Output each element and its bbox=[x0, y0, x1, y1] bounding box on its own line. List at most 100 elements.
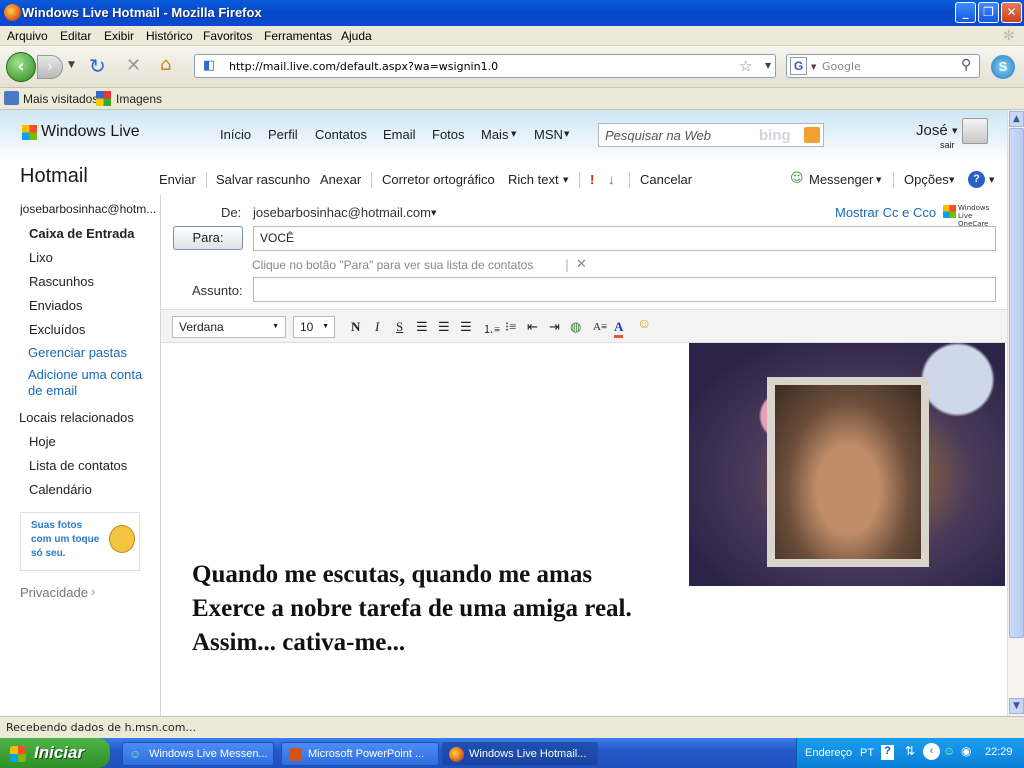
bookmark-imagens[interactable]: Imagens bbox=[116, 92, 162, 106]
strikethrough-icon[interactable]: A≡ bbox=[593, 321, 607, 333]
web-search-box[interactable]: Pesquisar na Web bing bbox=[598, 123, 824, 147]
google-engine-icon[interactable]: G bbox=[790, 57, 807, 75]
align-center-icon[interactable]: ☰ bbox=[438, 319, 450, 335]
underline-icon[interactable]: S bbox=[396, 319, 403, 335]
search-icon[interactable]: ⚲ bbox=[961, 57, 971, 73]
emoticon-icon[interactable]: ☺ bbox=[637, 317, 651, 333]
menu-arquivo[interactable]: Arquivo bbox=[7, 29, 48, 43]
minimize-button[interactable]: _ bbox=[955, 2, 976, 23]
messenger-chevron-icon[interactable]: ▼ bbox=[876, 176, 881, 184]
font-family-select[interactable]: Verdana ▼ bbox=[172, 316, 286, 338]
link-icon[interactable]: ◍ bbox=[570, 319, 581, 335]
back-tray-icon[interactable]: ‹ bbox=[923, 743, 940, 760]
nav-perfil[interactable]: Perfil bbox=[268, 127, 298, 142]
from-dropdown-icon[interactable]: ▼ bbox=[431, 209, 436, 217]
menu-favoritos[interactable]: Favoritos bbox=[203, 29, 252, 43]
volume-tray-icon[interactable]: ◉ bbox=[961, 744, 971, 758]
mais-dropdown-icon[interactable]: ▼ bbox=[511, 130, 516, 138]
start-button[interactable]: Iniciar bbox=[0, 738, 110, 768]
font-color-icon[interactable]: A bbox=[614, 319, 624, 338]
reload-icon[interactable]: ↻ bbox=[89, 54, 106, 78]
to-field[interactable]: VOCÊ bbox=[253, 226, 996, 251]
font-size-select[interactable]: 10 ▼ bbox=[293, 316, 335, 338]
nav-contatos[interactable]: Contatos bbox=[315, 127, 367, 142]
forward-button[interactable]: › bbox=[37, 55, 63, 79]
folder-lixo[interactable]: Lixo bbox=[29, 250, 53, 265]
folder-enviados[interactable]: Enviados bbox=[29, 298, 82, 313]
folder-excluidos[interactable]: Excluídos bbox=[29, 322, 85, 337]
ad-banner[interactable]: Suas fotos com um toque só seu. bbox=[20, 512, 140, 571]
signout-link[interactable]: sair bbox=[940, 140, 955, 150]
related-calendario[interactable]: Calendário bbox=[29, 482, 92, 497]
user-dropdown-icon[interactable]: ▼ bbox=[952, 127, 957, 135]
url-text[interactable]: http://mail.live.com/default.aspx?wa=wsi… bbox=[229, 60, 498, 73]
messenger-tray-icon[interactable]: ☺ bbox=[943, 744, 955, 758]
scroll-up-icon[interactable]: ▲ bbox=[1009, 111, 1024, 127]
privacy-link[interactable]: Privacidade bbox=[20, 585, 88, 600]
attach-button[interactable]: Anexar bbox=[320, 172, 361, 187]
vertical-scrollbar[interactable]: ▲ ▼ bbox=[1007, 110, 1024, 716]
menu-historico[interactable]: Histórico bbox=[146, 29, 193, 43]
network-tray-icon[interactable]: ⇅ bbox=[905, 744, 915, 758]
engine-dropdown-icon[interactable]: ▼ bbox=[811, 63, 816, 71]
msn-dropdown-icon[interactable]: ▼ bbox=[564, 130, 569, 138]
bullet-list-icon[interactable]: ⁝≡ bbox=[505, 319, 516, 335]
folder-caixa-de-entrada[interactable]: Caixa de Entrada bbox=[29, 226, 135, 241]
scroll-down-icon[interactable]: ▼ bbox=[1009, 698, 1024, 714]
stop-icon[interactable]: ✕ bbox=[126, 55, 141, 76]
skype-icon[interactable]: S bbox=[991, 55, 1015, 79]
manage-folders-link[interactable]: Gerenciar pastas bbox=[28, 345, 127, 360]
italic-icon[interactable]: I bbox=[375, 319, 379, 335]
cancel-button[interactable]: Cancelar bbox=[640, 172, 692, 187]
related-contatos[interactable]: Lista de contatos bbox=[29, 458, 127, 473]
align-left-icon[interactable]: ☰ bbox=[416, 319, 428, 335]
nav-fotos[interactable]: Fotos bbox=[432, 127, 465, 142]
low-priority-icon[interactable]: ↓ bbox=[608, 172, 615, 187]
increase-indent-icon[interactable]: ⇥ bbox=[549, 319, 560, 335]
rich-text-chevron-icon[interactable]: ▼ bbox=[563, 176, 568, 184]
nav-email[interactable]: Email bbox=[383, 127, 416, 142]
menu-ferramentas[interactable]: Ferramentas bbox=[264, 29, 332, 43]
help-icon[interactable]: ? bbox=[968, 171, 985, 188]
home-icon[interactable]: ⌂ bbox=[160, 54, 171, 75]
task-firefox-hotmail[interactable]: Windows Live Hotmail... bbox=[442, 742, 598, 766]
task-powerpoint[interactable]: Microsoft PowerPoint ... bbox=[281, 742, 439, 766]
web-search-button[interactable] bbox=[804, 127, 820, 143]
account-email[interactable]: josebarbosinhac@hotm... bbox=[20, 202, 156, 216]
language-indicator[interactable]: PT bbox=[860, 747, 874, 759]
align-right-icon[interactable]: ☰ bbox=[460, 319, 472, 335]
send-button[interactable]: Enviar bbox=[159, 172, 196, 187]
message-body[interactable]: Quando me escutas, quando me amas Exerce… bbox=[161, 343, 1007, 716]
back-button[interactable]: ‹ bbox=[6, 52, 36, 82]
menu-ajuda[interactable]: Ajuda bbox=[341, 29, 372, 43]
bookmark-star-icon[interactable]: ☆ bbox=[739, 57, 752, 75]
nav-msn[interactable]: MSN bbox=[534, 127, 563, 142]
windows-live-logo[interactable]: Windows Live bbox=[41, 123, 140, 141]
options-chevron-icon[interactable]: ▼ bbox=[949, 176, 954, 184]
numbered-list-icon[interactable]: ⒈≡ bbox=[483, 321, 500, 337]
hotmail-logo[interactable]: Hotmail bbox=[20, 165, 88, 188]
close-hint-icon[interactable]: ✕ bbox=[576, 257, 587, 272]
from-value[interactable]: josebarbosinhac@hotmail.com bbox=[253, 205, 431, 220]
help-chevron-icon[interactable]: ▼ bbox=[989, 176, 994, 184]
help-tray-icon[interactable]: ? bbox=[881, 745, 894, 760]
add-account-link[interactable]: Adicione uma conta de email bbox=[28, 367, 156, 399]
url-dropdown-icon[interactable]: ▼ bbox=[765, 61, 771, 70]
avatar[interactable] bbox=[962, 118, 988, 144]
show-cc-link[interactable]: Mostrar Cc e Cco bbox=[835, 205, 936, 220]
spell-check-button[interactable]: Corretor ortográfico bbox=[382, 172, 495, 187]
url-bar[interactable]: ◧ http://mail.live.com/default.aspx?wa=w… bbox=[194, 54, 776, 78]
menu-editar[interactable]: Editar bbox=[60, 29, 91, 43]
save-draft-button[interactable]: Salvar rascunho bbox=[216, 172, 310, 187]
related-hoje[interactable]: Hoje bbox=[29, 434, 56, 449]
to-button[interactable]: Para: bbox=[173, 226, 243, 250]
folder-rascunhos[interactable]: Rascunhos bbox=[29, 274, 94, 289]
messenger-dropdown[interactable]: Messenger bbox=[809, 172, 873, 187]
subject-field[interactable] bbox=[253, 277, 996, 302]
high-priority-icon[interactable]: ! bbox=[590, 172, 594, 187]
bookmark-mais-visitados[interactable]: Mais visitados bbox=[23, 92, 98, 106]
scrollbar-thumb[interactable] bbox=[1009, 128, 1024, 638]
search-bar[interactable]: G ▼ Google ⚲ bbox=[786, 54, 980, 78]
address-toolbar-label[interactable]: Endereço bbox=[805, 747, 852, 759]
maximize-button[interactable]: ❐ bbox=[978, 2, 999, 23]
